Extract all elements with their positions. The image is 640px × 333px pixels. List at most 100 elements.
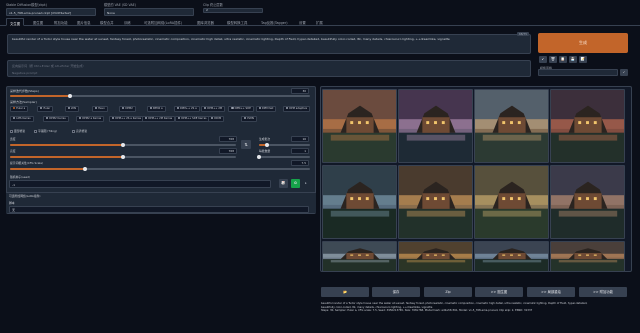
generate-button[interactable]: 生成 [538, 33, 628, 53]
gallery-thumbnail[interactable] [398, 165, 473, 239]
clipboard-icon[interactable]: 📋 [559, 56, 567, 63]
tab-tagger[interactable]: Tag反推(Tagger) [258, 18, 291, 26]
model-select[interactable]: Stable Diffusion模型(ckpt) v1-5_768-ema-pr… [6, 2, 96, 16]
sampler-option[interactable]: DPM++ 2S a [173, 106, 200, 112]
gallery-thumbnail[interactable] [322, 89, 397, 163]
radio-dot[interactable] [13, 107, 16, 110]
radio-dot[interactable] [211, 117, 214, 120]
tiling-checkbox[interactable]: 平铺图 (Tiling) [34, 129, 57, 133]
radio-dot[interactable] [231, 107, 234, 110]
radio-dot[interactable] [46, 117, 49, 120]
gallery-thumbnail[interactable] [398, 241, 473, 272]
tab-extensions[interactable]: 扩展 [313, 18, 326, 26]
gallery-thumbnail[interactable] [398, 89, 473, 163]
batch-count-slider[interactable] [259, 142, 310, 147]
checkbox-box[interactable] [10, 129, 13, 133]
sampler-option[interactable]: DDIM [208, 116, 225, 122]
radio-dot[interactable] [178, 117, 181, 120]
height-number[interactable]: 768 [219, 148, 237, 154]
read-params-icon[interactable]: ↙ [539, 56, 547, 63]
gallery-thumbnail[interactable] [474, 165, 549, 239]
restore-faces-checkbox[interactable]: 面部修复 [10, 129, 25, 133]
steps-slider-handle[interactable] [68, 93, 72, 98]
model-select-value[interactable]: v1-5_768-ema-pruned.ckpt [d3c0f4e3e2] [6, 8, 96, 16]
width-slider-handle[interactable] [121, 142, 125, 147]
gallery-thumbnail[interactable] [550, 165, 625, 239]
sampler-option[interactable]: DPM2 Karras [43, 116, 69, 122]
tab-image-browser[interactable]: 图库浏览器 [194, 18, 217, 26]
hires-fix-checkbox[interactable]: 高清修复 [72, 129, 87, 133]
batch-size-number[interactable]: 1 [291, 148, 309, 154]
vae-select-value[interactable]: None [104, 8, 194, 16]
cfg-scale-slider-handle[interactable] [83, 166, 87, 171]
width-slider[interactable] [10, 142, 236, 147]
sampler-option[interactable]: LMS Karras [10, 116, 34, 122]
tab-checkpoint-merger[interactable]: 模型合并 [97, 18, 117, 26]
radio-dot[interactable] [244, 117, 247, 120]
save-style-icon[interactable]: 💾 [569, 56, 577, 63]
height-slider-handle[interactable] [121, 154, 125, 159]
gallery-thumbnail[interactable] [550, 89, 625, 163]
sampler-option[interactable]: Euler a [10, 106, 29, 112]
tab-txt2img[interactable]: 文生图 [6, 18, 25, 26]
tab-img2img[interactable]: 图生图 [30, 18, 46, 26]
recycle-icon[interactable]: ♻ [291, 179, 300, 188]
tab-extras[interactable]: 附加功能 [51, 18, 71, 26]
steps-number[interactable]: 30 [291, 88, 309, 94]
sampler-option[interactable]: Heun [91, 106, 108, 112]
batch-count-number[interactable]: 16 [291, 136, 309, 142]
gallery-thumbnail[interactable] [322, 241, 397, 272]
tab-model-converter[interactable]: 模型转换工具 [224, 18, 250, 26]
steps-slider[interactable] [10, 93, 310, 98]
prompt-input[interactable]: beautiful render of a Tudor style house … [7, 34, 531, 54]
radio-dot[interactable] [112, 117, 115, 120]
edit-icon[interactable]: 📝 [579, 56, 587, 63]
gallery-thumbnail[interactable] [322, 165, 397, 239]
style-select[interactable] [538, 69, 618, 76]
script-select[interactable]: 无 [9, 206, 309, 213]
batch-size-slider[interactable] [257, 154, 310, 159]
radio-dot[interactable] [13, 117, 16, 120]
gallery-thumbnail[interactable] [474, 241, 549, 272]
apply-style-icon[interactable]: ✓ [620, 69, 628, 76]
radio-dot[interactable] [176, 107, 179, 110]
trash-icon[interactable]: 🗑 [549, 56, 557, 63]
radio-dot[interactable] [94, 107, 98, 110]
clip-skip-control[interactable]: Clip 终止层数 2 [203, 2, 263, 13]
tab-train[interactable]: 训练 [121, 18, 134, 26]
sampler-option[interactable]: DPM adaptive [283, 106, 311, 112]
radio-dot[interactable] [67, 107, 70, 110]
sampler-option[interactable]: DPM2 [119, 106, 136, 112]
checkbox-box[interactable] [34, 129, 37, 133]
sampler-option[interactable]: PLMS [241, 116, 258, 122]
zip-button[interactable]: Zip [424, 287, 472, 297]
radio-dot[interactable] [286, 107, 289, 110]
sampler-option[interactable]: Euler [37, 106, 54, 112]
send-to-img2img-button[interactable]: >> 图生图 [475, 287, 523, 297]
sampler-option[interactable]: DPM2 a [146, 106, 166, 112]
gallery-thumbnail[interactable] [550, 241, 625, 272]
radio-dot[interactable] [149, 107, 152, 110]
vae-select[interactable]: 模型的 VAE (SD VAE) None [104, 2, 194, 16]
gallery-thumbnail[interactable] [474, 89, 549, 163]
negative-prompt-input[interactable]: 反向提示词（按 Ctrl+Enter 或 Alt+Enter 开始生成） Neg… [7, 60, 531, 77]
checkbox-box[interactable] [72, 129, 75, 133]
additional-networks-label[interactable]: 可选附加网络(LoRA插件) [9, 194, 41, 198]
batch-size-slider-handle[interactable] [257, 154, 261, 159]
radio-dot[interactable] [145, 117, 148, 120]
radio-dot[interactable] [258, 107, 261, 110]
sampler-option[interactable]: DPM++ 2S a Karras [109, 116, 144, 122]
cfg-scale-number[interactable]: 7.5 [291, 160, 309, 166]
tab-additional-networks[interactable]: 可选附加网络(LoRA插件) [141, 18, 185, 26]
tab-settings[interactable]: 设置 [296, 18, 309, 26]
radio-dot[interactable] [79, 117, 82, 120]
width-number[interactable]: 768 [219, 136, 237, 142]
cfg-scale-slider[interactable] [10, 166, 310, 171]
send-to-extras-button[interactable]: >> 附加功能 [579, 287, 627, 297]
sampler-option[interactable]: DPM++ 2M Karras [142, 116, 176, 122]
save-button[interactable]: 保存 [372, 287, 420, 297]
tab-png-info[interactable]: 图片信息 [74, 18, 94, 26]
open-folder-button[interactable]: 📂 [321, 287, 369, 297]
dice-icon[interactable]: 🎲 [279, 179, 288, 188]
sampler-option[interactable]: DPM++ 2M [201, 106, 226, 112]
